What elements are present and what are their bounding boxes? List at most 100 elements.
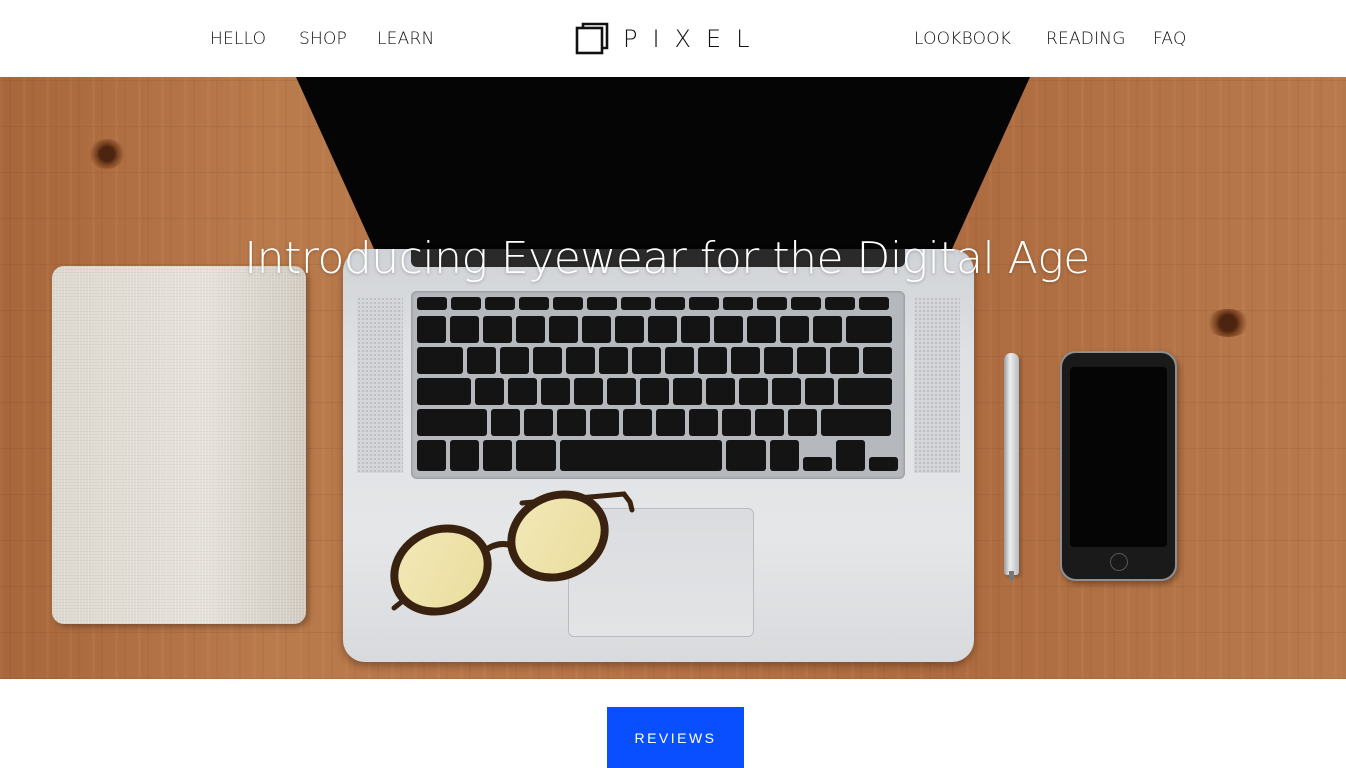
keyboard-key	[689, 409, 718, 436]
nav-link-shop[interactable]: SHOP	[299, 28, 347, 50]
keyboard-row	[417, 378, 892, 405]
keyboard-key	[772, 378, 801, 405]
hero-title: Introducing Eyewear for the Digital Age	[0, 231, 1346, 287]
keyboard-key	[500, 347, 529, 374]
keyboard-key	[450, 316, 479, 343]
keyboard-key	[770, 440, 799, 471]
keyboard-key	[648, 316, 677, 343]
keyboard-key	[590, 409, 619, 436]
keyboard-key	[681, 316, 710, 343]
keyboard-key	[780, 316, 809, 343]
keyboard-key	[726, 440, 766, 471]
keyboard-key	[836, 440, 865, 471]
speaker-grille	[914, 297, 960, 473]
keyboard-key	[516, 316, 545, 343]
keyboard-key	[475, 378, 504, 405]
keyboard-key	[566, 347, 595, 374]
keyboard-key	[689, 297, 719, 310]
speaker-grille	[357, 297, 403, 473]
keyboard-key	[533, 347, 562, 374]
hero-banner: Introducing Eyewear for the Digital Age	[0, 77, 1346, 679]
keyboard-row	[417, 297, 889, 310]
keyboard-key	[859, 297, 889, 310]
keyboard-key	[788, 409, 817, 436]
keyboard-key	[485, 297, 515, 310]
keyboard-key	[549, 316, 578, 343]
pixel-logo[interactable]: PIXEL	[575, 21, 765, 57]
keyboard-key	[615, 316, 644, 343]
keyboard-key	[655, 297, 685, 310]
keyboard-key	[417, 297, 447, 310]
logo-frame-icon	[575, 22, 609, 55]
keyboard-row	[417, 347, 892, 374]
keyboard-key	[869, 457, 898, 471]
keyboard-key	[722, 409, 751, 436]
keyboard-key	[706, 378, 735, 405]
keyboard-key	[607, 378, 636, 405]
keyboard-key	[483, 440, 512, 471]
keyboard-key	[838, 378, 892, 405]
nav-link-reading[interactable]: READING	[1046, 28, 1126, 50]
keyboard-key	[764, 347, 793, 374]
keyboard-key	[553, 297, 583, 310]
keyboard-key	[491, 409, 520, 436]
keyboard-key	[821, 409, 891, 436]
nav-link-hello[interactable]: HELLO	[210, 28, 266, 50]
keyboard-key	[797, 347, 826, 374]
pen-image	[1004, 353, 1019, 575]
keyboard-key	[417, 409, 487, 436]
keyboard-key	[417, 378, 471, 405]
smartphone-image	[1060, 351, 1177, 581]
keyboard-key	[417, 316, 446, 343]
keyboard-key	[467, 347, 496, 374]
keyboard-key	[656, 409, 685, 436]
keyboard-key	[723, 297, 753, 310]
nav-link-faq[interactable]: FAQ	[1153, 28, 1187, 50]
keyboard-key	[673, 378, 702, 405]
wood-knot	[1205, 309, 1251, 337]
keyboard-key	[483, 316, 512, 343]
keyboard-key	[541, 378, 570, 405]
keyboard-key	[846, 316, 892, 343]
keyboard-key	[803, 457, 832, 471]
keyboard-key	[451, 297, 481, 310]
keyboard-key	[524, 409, 553, 436]
hero-title-text: Introducing Eyewear for the Digital Age	[244, 233, 1090, 285]
keyboard-key	[417, 347, 463, 374]
keyboard-key	[557, 409, 586, 436]
eyeglasses-icon	[390, 490, 635, 616]
nav-link-lookbook[interactable]: LOOKBOOK	[914, 28, 1011, 50]
keyboard-key	[632, 347, 661, 374]
logo-wordmark: PIXEL	[623, 25, 765, 53]
home-button-icon	[1110, 553, 1128, 571]
wood-knot	[88, 139, 126, 169]
pen-tip	[1009, 571, 1014, 581]
keyboard-key	[755, 409, 784, 436]
keyboard-key	[825, 297, 855, 310]
keyboard-key	[757, 297, 787, 310]
keyboard-key	[813, 316, 842, 343]
keyboard-key	[417, 440, 446, 471]
keyboard-key	[665, 347, 694, 374]
keyboard-key	[508, 378, 537, 405]
keyboard-key	[587, 297, 617, 310]
keyboard-key	[621, 297, 651, 310]
keyboard-row	[417, 316, 892, 343]
phone-screen	[1070, 367, 1167, 547]
keyboard-key	[698, 347, 727, 374]
keyboard-key	[574, 378, 603, 405]
keyboard-key	[519, 297, 549, 310]
keyboard-key	[731, 347, 760, 374]
keyboard	[411, 291, 905, 479]
keyboard-key	[516, 440, 556, 471]
keyboard-key	[830, 347, 859, 374]
nav-link-learn[interactable]: LEARN	[377, 28, 434, 50]
site-header: HELLO SHOP LEARN PIXEL LOOKBOOK READING …	[0, 0, 1346, 77]
keyboard-key	[791, 297, 821, 310]
reviews-button[interactable]: REVIEWS	[607, 707, 744, 768]
keyboard-key	[714, 316, 743, 343]
keyboard-key	[640, 378, 669, 405]
keyboard-key	[450, 440, 479, 471]
keyboard-row	[417, 440, 898, 471]
keyboard-key	[582, 316, 611, 343]
